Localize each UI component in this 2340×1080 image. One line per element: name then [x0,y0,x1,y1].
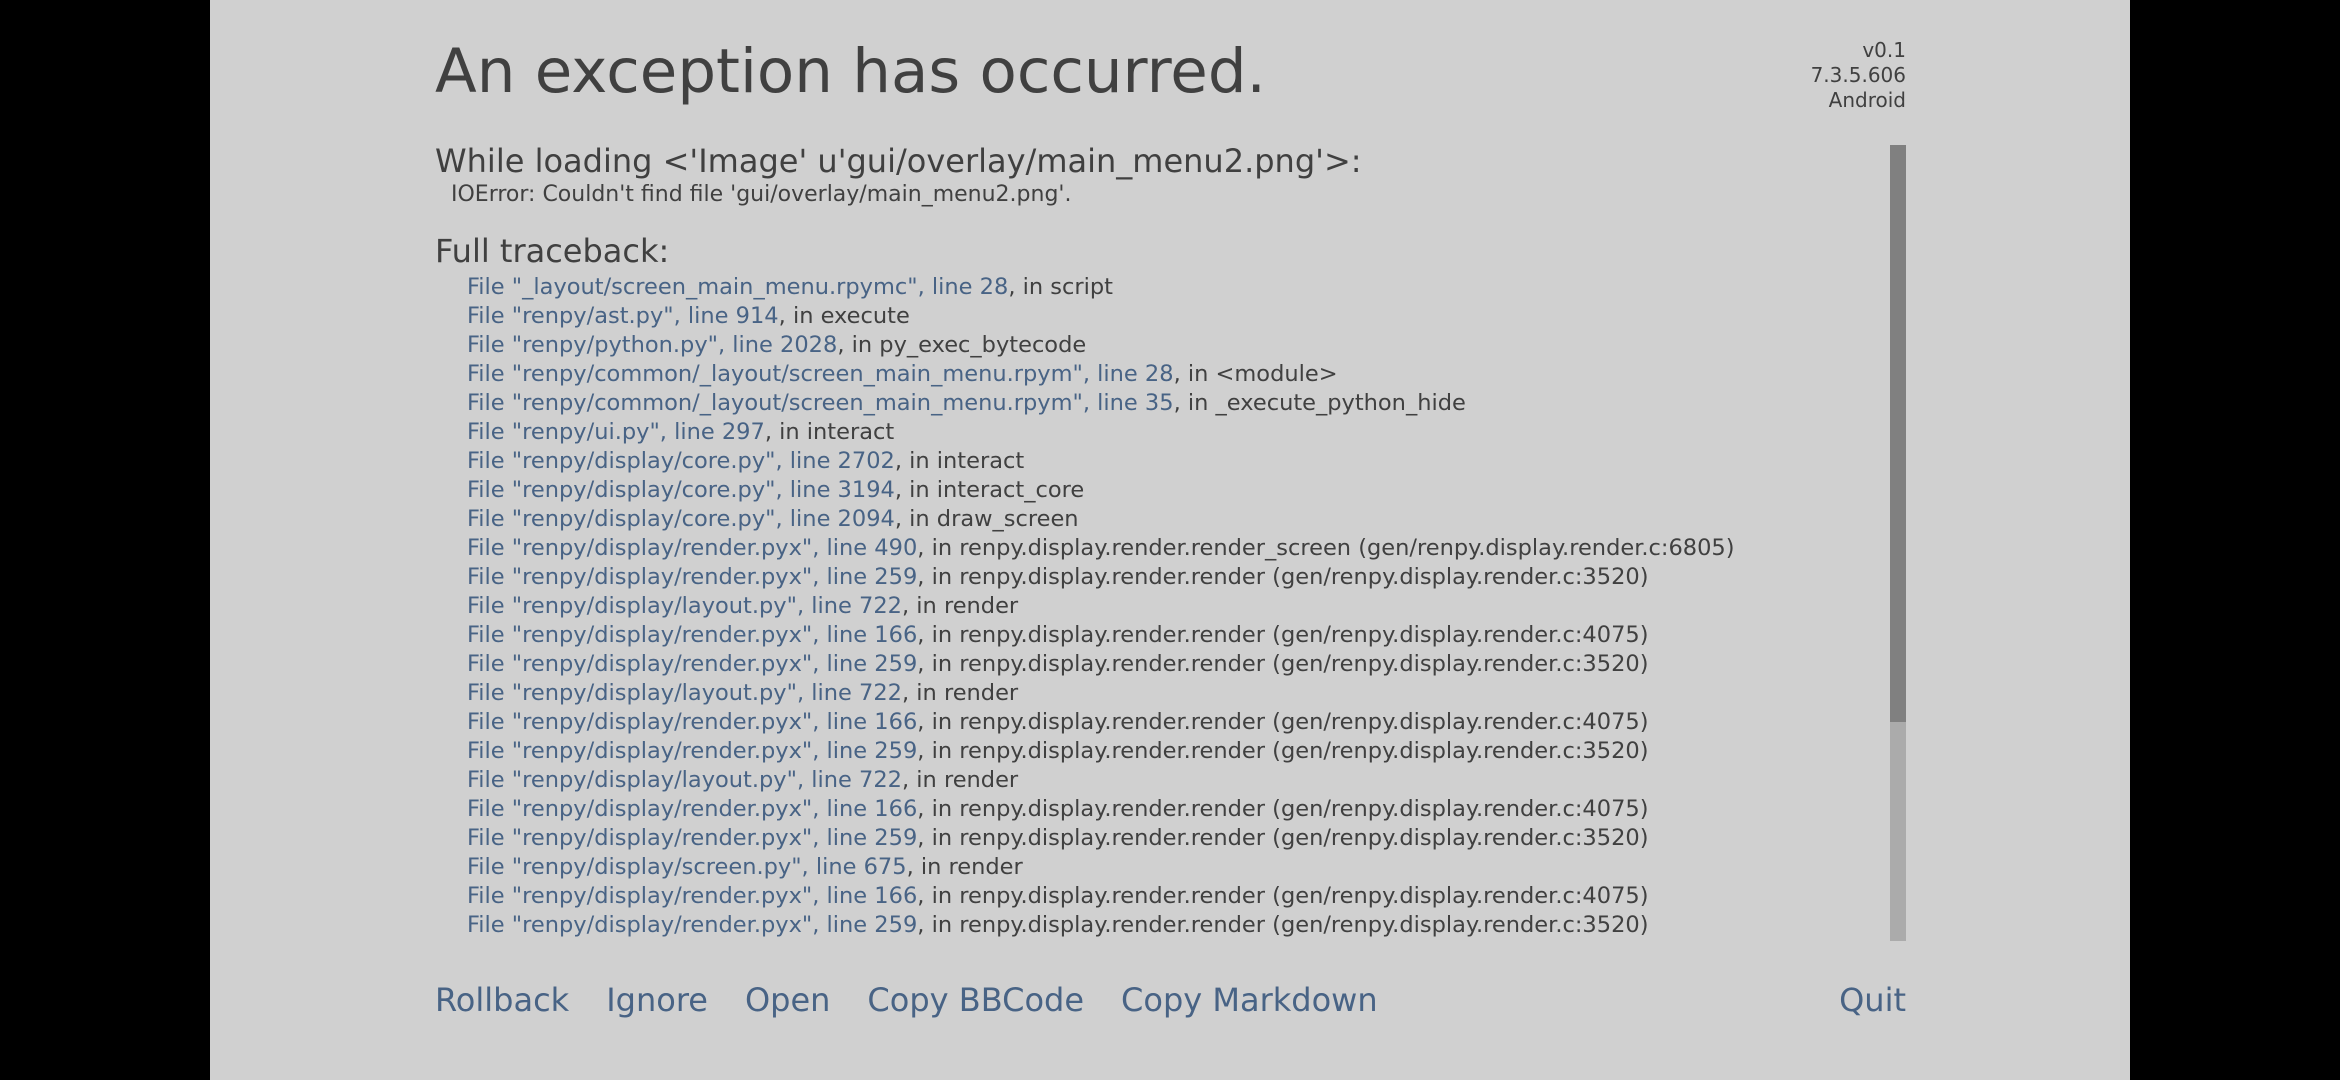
ignore-button[interactable]: Ignore [606,980,708,1020]
traceback-location: , in interact [764,419,895,445]
traceback-file-link[interactable]: File "renpy/display/render.pyx", line 16… [467,883,917,909]
engine-version: 7.3.5.606 [1810,63,1906,87]
traceback-line: File "renpy/display/layout.py", line 722… [467,766,1865,795]
traceback-location: , in py_exec_bytecode [837,332,1087,358]
traceback-line: File "renpy/display/render.pyx", line 25… [467,563,1865,592]
error-heading: While loading <'Image' u'gui/overlay/mai… [435,145,1362,180]
traceback-line: File "renpy/display/render.pyx", line 25… [467,650,1865,679]
page-title: An exception has occurred. [435,36,1266,107]
traceback-file-link[interactable]: File "renpy/display/render.pyx", line 49… [467,535,917,561]
traceback-line: File "renpy/python.py", line 2028, in py… [467,331,1865,360]
quit-button[interactable]: Quit [1839,980,1906,1020]
traceback-location: , in _execute_python_hide [1173,390,1466,416]
traceback-location: , in script [1008,274,1113,300]
traceback-line: File "renpy/common/_layout/screen_main_m… [467,389,1865,418]
traceback-line: File "renpy/display/render.pyx", line 25… [467,911,1865,940]
traceback-line: File "renpy/display/core.py", line 3194,… [467,476,1865,505]
traceback-location: , in interact_core [894,477,1085,503]
traceback-file-link[interactable]: File "renpy/display/layout.py", line 722 [467,593,902,619]
traceback-file-link[interactable]: File "renpy/display/render.pyx", line 25… [467,651,917,677]
traceback-line: File "renpy/display/render.pyx", line 25… [467,737,1865,766]
traceback-file-link[interactable]: File "renpy/display/render.pyx", line 16… [467,622,917,648]
traceback-location: , in render [901,767,1019,793]
traceback-location: , in renpy.display.render.render (gen/re… [917,651,1649,677]
traceback-location: , in interact [894,448,1025,474]
traceback-line: File "_layout/screen_main_menu.rpymc", l… [467,273,1865,302]
game-version: v0.1 [1862,38,1906,62]
copy-bbcode-button[interactable]: Copy BBCode [867,980,1084,1020]
traceback-line: File "renpy/display/render.pyx", line 16… [467,708,1865,737]
platform-label: Android [1828,88,1906,112]
traceback-line: File "renpy/display/render.pyx", line 25… [467,824,1865,853]
traceback-file-link[interactable]: File "renpy/display/render.pyx", line 25… [467,564,917,590]
traceback-file-link[interactable]: File "renpy/display/screen.py", line 675 [467,854,907,880]
traceback-location: , in renpy.display.render.render (gen/re… [917,825,1649,851]
traceback-file-link[interactable]: File "renpy/display/render.pyx", line 16… [467,709,917,735]
traceback-file-link[interactable]: File "renpy/common/_layout/screen_main_m… [467,390,1174,416]
traceback-line: File "renpy/display/layout.py", line 722… [467,679,1865,708]
traceback-line: File "renpy/display/layout.py", line 722… [467,592,1865,621]
traceback-heading: Full traceback: [435,232,670,270]
traceback-file-link[interactable]: File "renpy/common/_layout/screen_main_m… [467,361,1174,387]
traceback-location: , in renpy.display.render.render (gen/re… [917,912,1649,938]
traceback-file-link[interactable]: File "renpy/display/core.py", line 3194 [467,477,895,503]
rollback-button[interactable]: Rollback [435,980,569,1020]
traceback-line: File "renpy/display/render.pyx", line 16… [467,882,1865,911]
traceback-line: File "renpy/display/core.py", line 2094,… [467,505,1865,534]
traceback-line: File "renpy/common/_layout/screen_main_m… [467,360,1865,389]
traceback-list: File "_layout/screen_main_menu.rpymc", l… [435,273,1865,940]
traceback-line: File "renpy/display/screen.py", line 675… [467,853,1865,882]
traceback-location: , in renpy.display.render.render (gen/re… [917,796,1649,822]
action-bar: Rollback Ignore Open Copy BBCode Copy Ma… [435,980,1415,1020]
traceback-file-link[interactable]: File "renpy/python.py", line 2028 [467,332,837,358]
traceback-location: , in render [901,680,1019,706]
traceback-location: , in renpy.display.render.render (gen/re… [917,883,1649,909]
traceback-location: , in renpy.display.render.render (gen/re… [917,622,1649,648]
open-button[interactable]: Open [745,980,830,1020]
traceback-location: , in execute [778,303,910,329]
traceback-file-link[interactable]: File "renpy/display/core.py", line 2094 [467,506,895,532]
vertical-scrollbar[interactable] [1890,145,1906,941]
traceback-file-link[interactable]: File "renpy/ast.py", line 914 [467,303,779,329]
traceback-line: File "renpy/display/render.pyx", line 16… [467,621,1865,650]
traceback-file-link[interactable]: File "renpy/display/render.pyx", line 25… [467,912,917,938]
traceback-location: , in draw_screen [894,506,1079,532]
copy-markdown-button[interactable]: Copy Markdown [1121,980,1378,1020]
traceback-line: File "renpy/ui.py", line 297, in interac… [467,418,1865,447]
traceback-file-link[interactable]: File "_layout/screen_main_menu.rpymc", l… [467,274,1008,300]
traceback-location: , in renpy.display.render.render (gen/re… [917,738,1649,764]
scrollbar-thumb[interactable] [1890,145,1906,722]
traceback-line: File "renpy/display/render.pyx", line 49… [467,534,1865,563]
traceback-location: , in render [906,854,1023,880]
traceback-line: File "renpy/ast.py", line 914, in execut… [467,302,1865,331]
traceback-file-link[interactable]: File "renpy/display/render.pyx", line 25… [467,825,917,851]
traceback-file-link[interactable]: File "renpy/display/render.pyx", line 16… [467,796,917,822]
traceback-location: , in renpy.display.render.render (gen/re… [917,709,1649,735]
traceback-line: File "renpy/display/render.pyx", line 16… [467,795,1865,824]
traceback-file-link[interactable]: File "renpy/display/core.py", line 2702 [467,448,895,474]
traceback-location: , in render [901,593,1019,619]
traceback-file-link[interactable]: File "renpy/display/layout.py", line 722 [467,767,902,793]
traceback-location: , in renpy.display.render.render_screen … [917,535,1735,561]
traceback-file-link[interactable]: File "renpy/display/render.pyx", line 25… [467,738,917,764]
exception-screen: An exception has occurred. v0.1 7.3.5.60… [210,0,2130,1080]
traceback-file-link[interactable]: File "renpy/ui.py", line 297 [467,419,765,445]
traceback-file-link[interactable]: File "renpy/display/layout.py", line 722 [467,680,902,706]
traceback-location: , in <module> [1173,361,1338,387]
version-info: v0.1 7.3.5.606 Android [1811,38,1906,113]
error-message: IOError: Couldn't find file 'gui/overlay… [451,182,1072,207]
traceback-viewport[interactable]: While loading <'Image' u'gui/overlay/mai… [435,145,1865,941]
traceback-location: , in renpy.display.render.render (gen/re… [917,564,1649,590]
traceback-line: File "renpy/display/core.py", line 2702,… [467,447,1865,476]
